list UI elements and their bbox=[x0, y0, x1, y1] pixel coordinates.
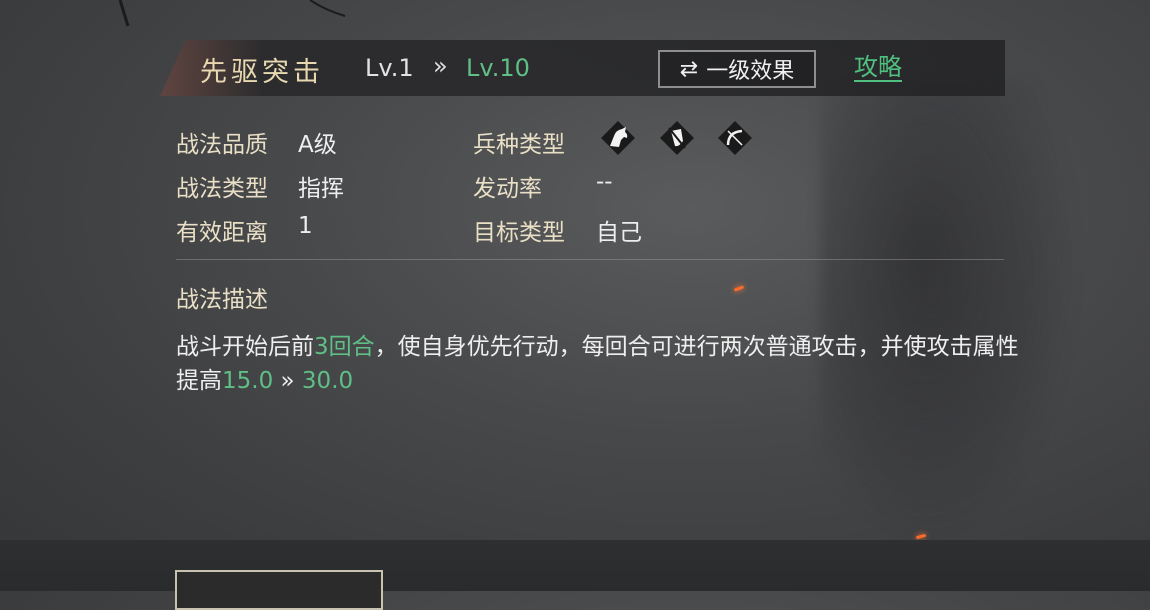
range-value: 1 bbox=[298, 213, 313, 239]
level-effect-toggle-button[interactable]: ⇄ 一级效果 bbox=[658, 50, 816, 88]
effect-button-label: 一级效果 bbox=[706, 59, 795, 84]
trigger-rate-label: 发动率 bbox=[473, 176, 542, 202]
description-text: 战斗开始后前 bbox=[176, 334, 314, 360]
description-arrow: » bbox=[273, 368, 302, 394]
bow-archer-icon bbox=[718, 121, 752, 155]
target-type-label: 目标类型 bbox=[473, 220, 565, 246]
shield-infantry-icon bbox=[660, 121, 694, 155]
bottom-action-bar bbox=[0, 540, 1150, 591]
description-highlight-base: 15.0 bbox=[222, 368, 274, 394]
background-branch-decoration bbox=[118, 0, 346, 27]
background-smoke-silhouette bbox=[820, 80, 1080, 540]
type-label: 战法类型 bbox=[176, 176, 268, 202]
trigger-rate-value: -- bbox=[596, 169, 613, 195]
guide-link[interactable]: 攻略 bbox=[854, 54, 902, 82]
troop-type-label: 兵种类型 bbox=[473, 132, 565, 158]
skill-description: 战斗开始后前3回合，使自身优先行动，每回合可进行两次普通攻击，并使攻击属性提高1… bbox=[176, 330, 1036, 398]
level-max: Lv.10 bbox=[466, 54, 530, 82]
skill-name: 先驱突击 bbox=[200, 57, 324, 88]
bottom-action-button[interactable] bbox=[175, 570, 383, 610]
quality-label: 战法品质 bbox=[176, 132, 268, 158]
description-highlight-max: 30.0 bbox=[301, 368, 354, 394]
section-divider bbox=[176, 259, 1004, 260]
range-label: 有效距离 bbox=[176, 220, 268, 246]
level-current: Lv.1 bbox=[365, 54, 414, 82]
level-arrow-icon: » bbox=[433, 52, 448, 80]
target-type-value: 自己 bbox=[596, 220, 642, 246]
cavalry-horse-icon bbox=[601, 121, 635, 155]
description-title: 战法描述 bbox=[176, 287, 268, 313]
description-highlight-rounds: 3回合 bbox=[314, 334, 375, 360]
type-value: 指挥 bbox=[298, 176, 344, 202]
ember-spark bbox=[733, 285, 745, 292]
quality-value: A级 bbox=[298, 132, 337, 158]
swap-arrows-icon: ⇄ bbox=[679, 56, 699, 82]
